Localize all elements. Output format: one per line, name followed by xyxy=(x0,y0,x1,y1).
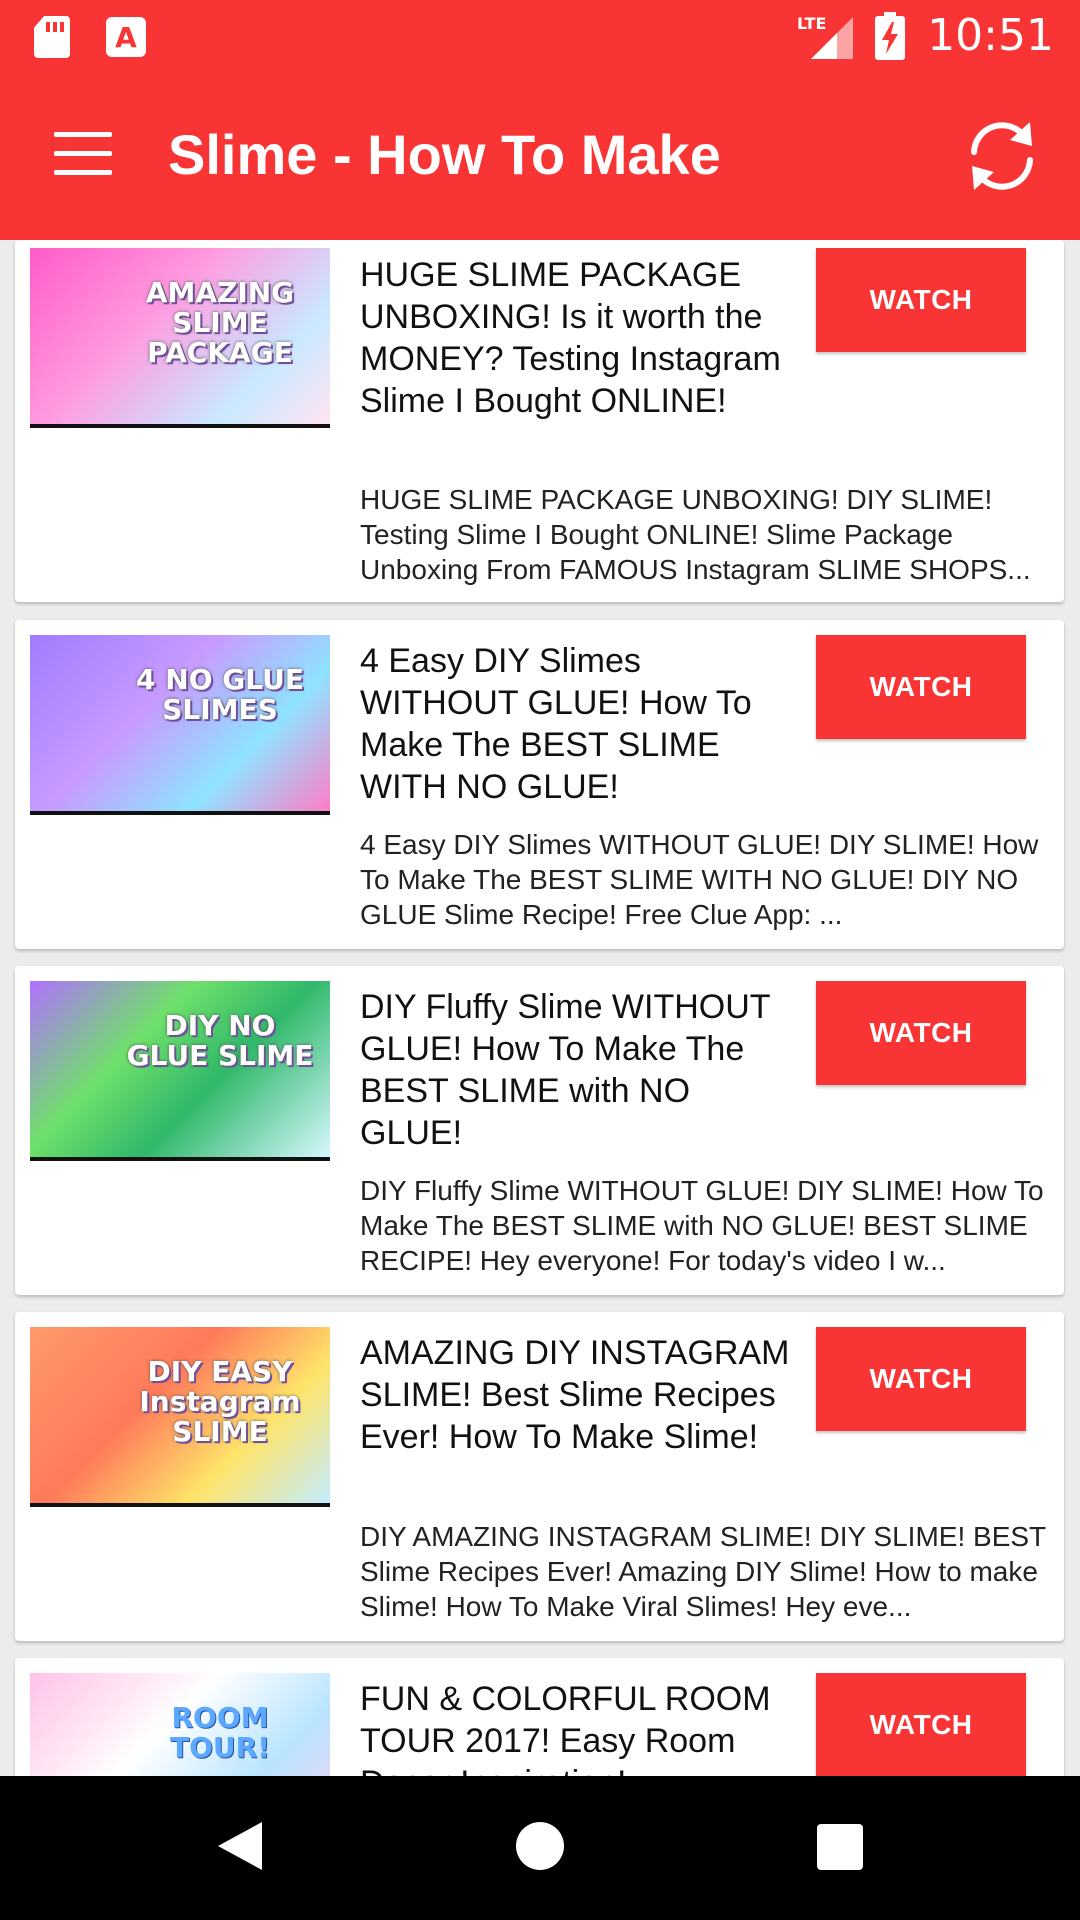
video-title: HUGE SLIME PACKAGE UNBOXING! Is it worth… xyxy=(360,256,781,420)
refresh-icon[interactable] xyxy=(960,114,1044,198)
video-thumbnail[interactable]: 4 NO GLUE SLIMES xyxy=(30,635,330,815)
back-icon[interactable] xyxy=(218,1822,262,1870)
notification-icons: A xyxy=(34,16,146,58)
thumbnail-text: DIY EASY Instagram SLIME xyxy=(139,1355,301,1448)
video-title: DIY Fluffy Slime WITHOUT GLUE! How To Ma… xyxy=(360,988,770,1152)
system-indicators: LTE 10:51 xyxy=(797,10,1054,61)
video-description: HUGE SLIME PACKAGE UNBOXING! DIY SLIME! … xyxy=(360,484,1031,585)
video-card: DIY NO GLUE SLIME DIY Fluffy Slime WITHO… xyxy=(15,966,1064,1295)
recent-apps-icon[interactable] xyxy=(817,1824,863,1870)
app-bar: Slime - How To Make xyxy=(0,76,1080,240)
watch-button[interactable]: WATCH xyxy=(816,248,1026,352)
video-thumbnail[interactable]: DIY EASY Instagram SLIME xyxy=(30,1327,330,1507)
video-card: ROOM TOUR! FUN & COLORFUL ROOM TOUR 2017… xyxy=(15,1658,1064,1776)
watch-button[interactable]: WATCH xyxy=(816,1673,1026,1776)
thumbnail-text: 4 NO GLUE SLIMES xyxy=(136,663,304,726)
lte-signal-icon: LTE xyxy=(797,14,854,59)
video-card: DIY EASY Instagram SLIME AMAZING DIY INS… xyxy=(15,1312,1064,1641)
watch-button[interactable]: WATCH xyxy=(816,1327,1026,1431)
navigation-bar xyxy=(0,1776,1080,1920)
video-thumbnail[interactable]: DIY NO GLUE SLIME xyxy=(30,981,330,1161)
video-title: AMAZING DIY INSTAGRAM SLIME! Best Slime … xyxy=(360,1334,790,1456)
watch-button[interactable]: WATCH xyxy=(816,981,1026,1085)
watch-button[interactable]: WATCH xyxy=(816,635,1026,739)
svg-text:LTE: LTE xyxy=(797,14,826,33)
video-list[interactable]: AMAZING SLIME PACKAGE HUGE SLIME PACKAGE… xyxy=(0,240,1080,1776)
video-description: DIY AMAZING INSTAGRAM SLIME! DIY SLIME! … xyxy=(360,1521,1046,1622)
video-thumbnail[interactable]: AMAZING SLIME PACKAGE xyxy=(30,248,330,428)
video-description: DIY Fluffy Slime WITHOUT GLUE! DIY SLIME… xyxy=(360,1175,1044,1276)
hamburger-menu-icon[interactable] xyxy=(54,132,112,175)
clock: 10:51 xyxy=(927,10,1054,61)
status-bar: A LTE 10:51 xyxy=(0,0,1080,76)
video-card: AMAZING SLIME PACKAGE HUGE SLIME PACKAGE… xyxy=(15,240,1064,602)
thumbnail-text: AMAZING SLIME PACKAGE xyxy=(145,276,295,369)
home-icon[interactable] xyxy=(516,1822,564,1870)
video-thumbnail[interactable]: ROOM TOUR! xyxy=(30,1673,330,1776)
video-card: 4 NO GLUE SLIMES 4 Easy DIY Slimes WITHO… xyxy=(15,620,1064,949)
battery-charging-icon xyxy=(875,11,906,60)
video-title: FUN & COLORFUL ROOM TOUR 2017! Easy Room… xyxy=(360,1680,771,1776)
app-notification-icon: A xyxy=(106,17,146,57)
app-title: Slime - How To Make xyxy=(168,123,721,186)
sd-card-icon xyxy=(34,16,70,58)
video-title: 4 Easy DIY Slimes WITHOUT GLUE! How To M… xyxy=(360,642,752,806)
thumbnail-text: ROOM TOUR! xyxy=(170,1701,270,1764)
video-description: 4 Easy DIY Slimes WITHOUT GLUE! DIY SLIM… xyxy=(360,829,1039,930)
thumbnail-text: DIY NO GLUE SLIME xyxy=(126,1009,314,1072)
